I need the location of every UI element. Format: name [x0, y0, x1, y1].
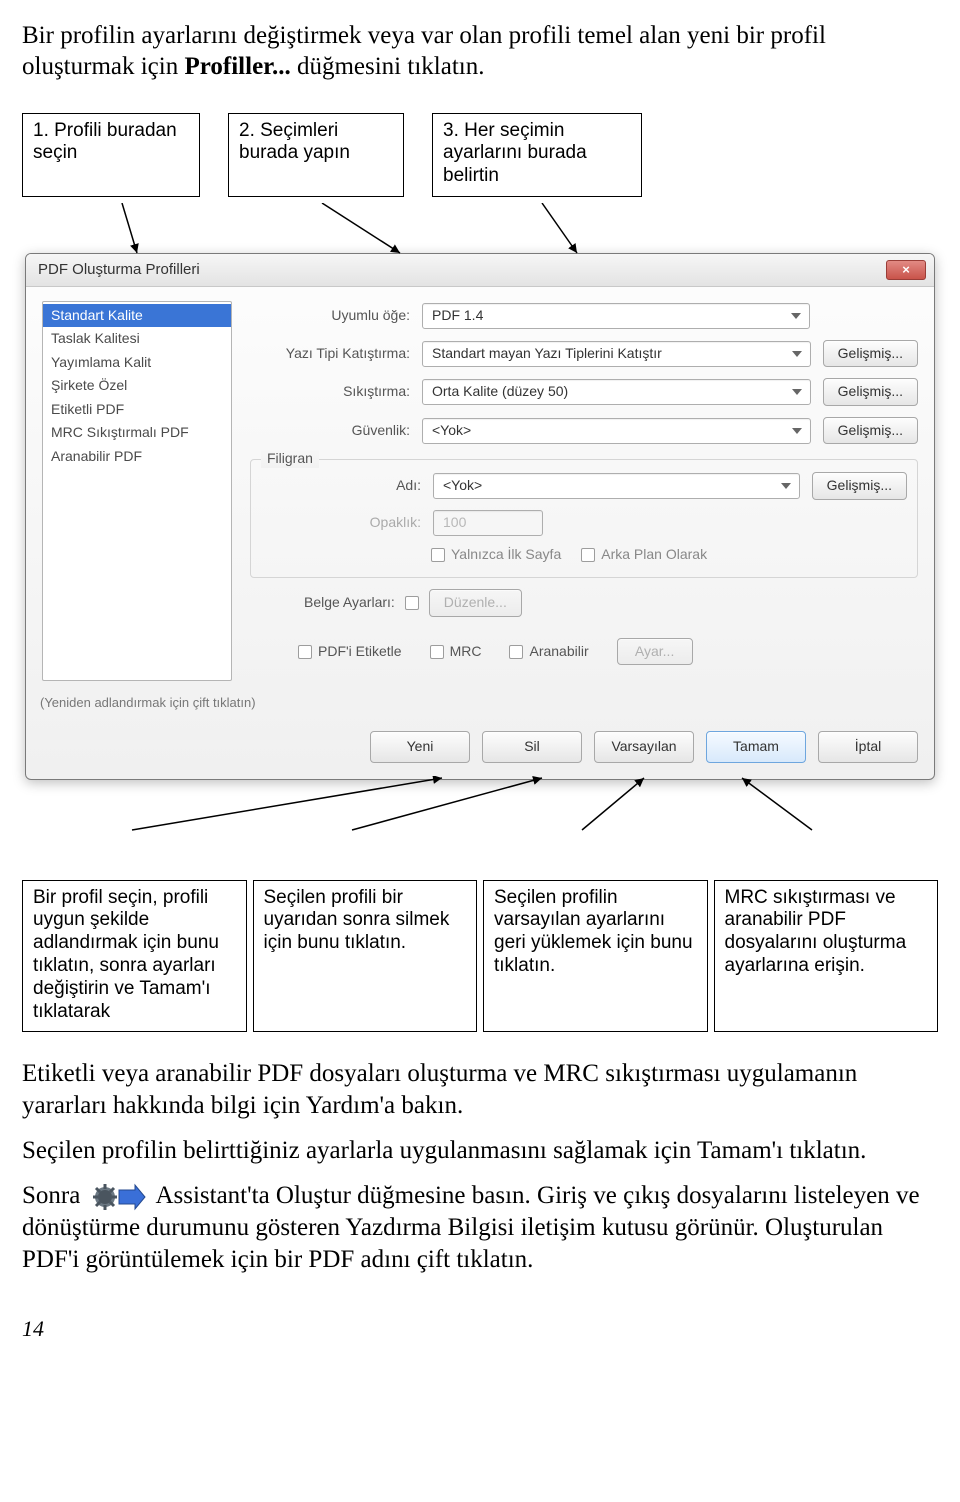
cancel-button[interactable]: İptal: [818, 731, 918, 763]
body-p3a: Sonra: [22, 1182, 80, 1209]
combo-guvenlik[interactable]: <Yok>: [422, 418, 811, 444]
chevron-down-icon: [792, 389, 802, 395]
chevron-down-icon: [792, 351, 802, 357]
close-icon: ×: [902, 262, 910, 278]
checkbox-icon: [298, 645, 312, 659]
gear-arrow-icon: [91, 1182, 147, 1212]
checkbox-label: Arka Plan Olarak: [601, 546, 707, 564]
chevron-down-icon: [781, 483, 791, 489]
chevron-down-icon: [792, 428, 802, 434]
combo-value: Standart mayan Yazı Tiplerini Katıştır: [432, 345, 662, 363]
checkbox-first-page[interactable]: Yalnızca İlk Sayfa: [431, 546, 561, 564]
chevron-down-icon: [791, 313, 801, 319]
ok-button[interactable]: Tamam: [706, 731, 806, 763]
label-adi: Adı:: [261, 477, 421, 495]
callout-1: 1. Profili buradan seçin: [22, 113, 200, 197]
lower-callout-1: Bir profil seçin, profili uygun şekilde …: [22, 880, 247, 1033]
delete-button[interactable]: Sil: [482, 731, 582, 763]
bottom-arrows: [22, 776, 932, 834]
default-button[interactable]: Varsayılan: [594, 731, 694, 763]
list-item[interactable]: Etiketli PDF: [43, 398, 231, 422]
checkbox-mrc[interactable]: MRC: [430, 643, 482, 661]
label-belge: Belge Ayarları:: [304, 594, 395, 612]
combo-sikistirma[interactable]: Orta Kalite (düzey 50): [422, 379, 811, 405]
advanced-button[interactable]: Gelişmiş...: [823, 340, 918, 368]
checkbox-background[interactable]: Arka Plan Olarak: [581, 546, 707, 564]
list-item[interactable]: Şirkete Özel: [43, 374, 231, 398]
list-item[interactable]: Aranabilir PDF: [43, 445, 231, 469]
combo-value: <Yok>: [443, 477, 482, 495]
body-p3b: Assistant'ta Oluştur düğmesine basın. Gi…: [22, 1182, 920, 1273]
label-sikistirma: Sıkıştırma:: [250, 383, 410, 401]
combo-yazitipi[interactable]: Standart mayan Yazı Tiplerini Katıştır: [422, 341, 811, 367]
combo-value: PDF 1.4: [432, 307, 483, 325]
page-number: 14: [22, 1315, 938, 1343]
label-uyumlu: Uyumlu öğe:: [250, 307, 410, 325]
rename-hint: (Yeniden adlandırmak için çift tıklatın): [26, 691, 934, 723]
top-arrows: [22, 203, 932, 259]
checkbox-icon: [509, 645, 523, 659]
lower-callout-3: Seçilen profilin varsayılan ayarlarını g…: [483, 880, 708, 1033]
list-item[interactable]: MRC Sıkıştırmalı PDF: [43, 421, 231, 445]
label-opaklik: Opaklık:: [261, 514, 421, 532]
checkbox-label: Yalnızca İlk Sayfa: [451, 546, 561, 564]
list-item[interactable]: Standart Kalite: [43, 304, 231, 328]
dialog-title: PDF Oluşturma Profilleri: [38, 261, 200, 280]
checkbox-searchable[interactable]: Aranabilir: [509, 643, 588, 661]
intro-bold: Profiller...: [184, 53, 290, 80]
list-item[interactable]: Taslak Kalitesi: [43, 327, 231, 351]
advanced-button[interactable]: Gelişmiş...: [812, 472, 907, 500]
combo-adi[interactable]: <Yok>: [433, 473, 800, 499]
close-button[interactable]: ×: [886, 260, 926, 280]
settings-button: Ayar...: [617, 638, 693, 666]
checkbox-icon: [431, 548, 445, 562]
combo-value: Orta Kalite (düzey 50): [432, 383, 568, 401]
edit-button: Düzenle...: [429, 589, 522, 617]
profile-list[interactable]: Standart Kalite Taslak Kalitesi Yayımlam…: [42, 301, 232, 681]
combo-value: 100: [443, 514, 466, 532]
body-p3: Sonra Assistant'ta Oluştur düğmesine bas…: [22, 1180, 938, 1275]
advanced-button[interactable]: Gelişmiş...: [823, 378, 918, 406]
advanced-button[interactable]: Gelişmiş...: [823, 417, 918, 445]
combo-uyumlu[interactable]: PDF 1.4: [422, 303, 810, 329]
list-item[interactable]: Yayımlama Kalit: [43, 351, 231, 375]
input-opaklik: 100: [433, 510, 543, 536]
checkbox-icon: [430, 645, 444, 659]
callout-3: 3. Her seçimin ayarlarını burada belirti…: [432, 113, 642, 197]
lower-callout-4: MRC sıkıştırması ve aranabilir PDF dosya…: [714, 880, 939, 1033]
body-p2: Seçilen profilin belirttiğiniz ayarlarla…: [22, 1135, 938, 1166]
lower-callout-2: Seçilen profili bir uyarıdan sonra silme…: [253, 880, 478, 1033]
checkbox-label: MRC: [450, 643, 482, 661]
intro-text-end: düğmesini tıklatın.: [291, 53, 485, 80]
combo-value: <Yok>: [432, 422, 471, 440]
callout-2: 2. Seçimleri burada yapın: [228, 113, 404, 197]
checkbox-label: PDF'i Etiketle: [318, 643, 402, 661]
body-p1: Etiketli veya aranabilir PDF dosyaları o…: [22, 1058, 938, 1121]
new-button[interactable]: Yeni: [370, 731, 470, 763]
checkbox-icon: [581, 548, 595, 562]
checkbox-icon[interactable]: [405, 596, 419, 610]
group-filigran: Filigran: [261, 450, 319, 468]
label-guvenlik: Güvenlik:: [250, 422, 410, 440]
checkbox-pdf-tag[interactable]: PDF'i Etiketle: [298, 643, 402, 661]
checkbox-label: Aranabilir: [529, 643, 588, 661]
dialog-window: PDF Oluşturma Profilleri × Standart Kali…: [25, 253, 935, 780]
label-yazitipi: Yazı Tipi Katıştırma:: [250, 345, 410, 363]
